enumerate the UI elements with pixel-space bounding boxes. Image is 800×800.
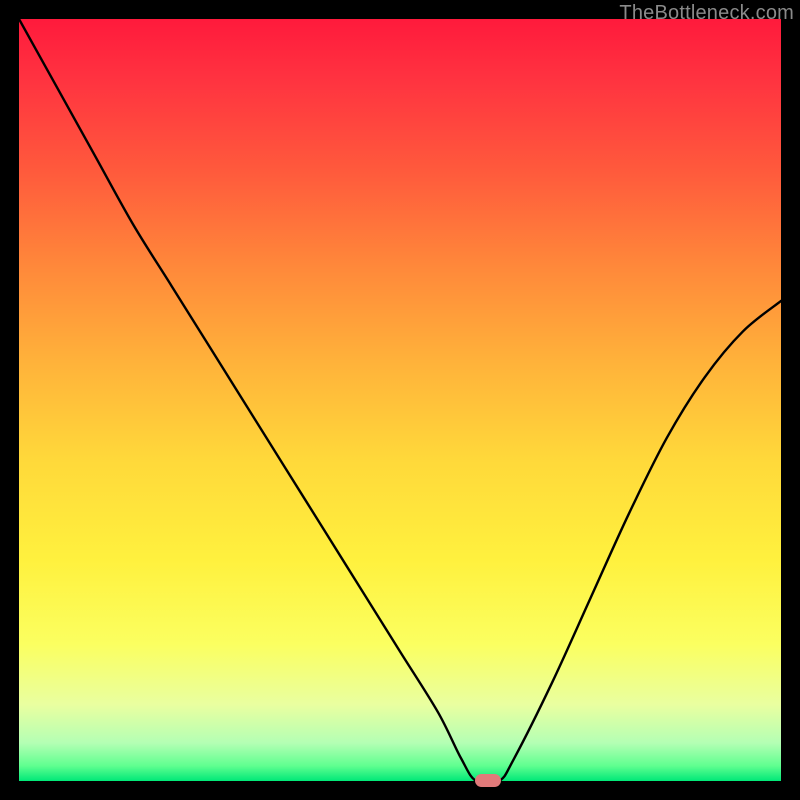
optimal-marker xyxy=(475,774,501,787)
watermark-text: TheBottleneck.com xyxy=(619,2,794,25)
chart-frame: TheBottleneck.com xyxy=(0,0,800,800)
plot-area xyxy=(19,19,781,781)
bottleneck-curve xyxy=(19,19,781,781)
